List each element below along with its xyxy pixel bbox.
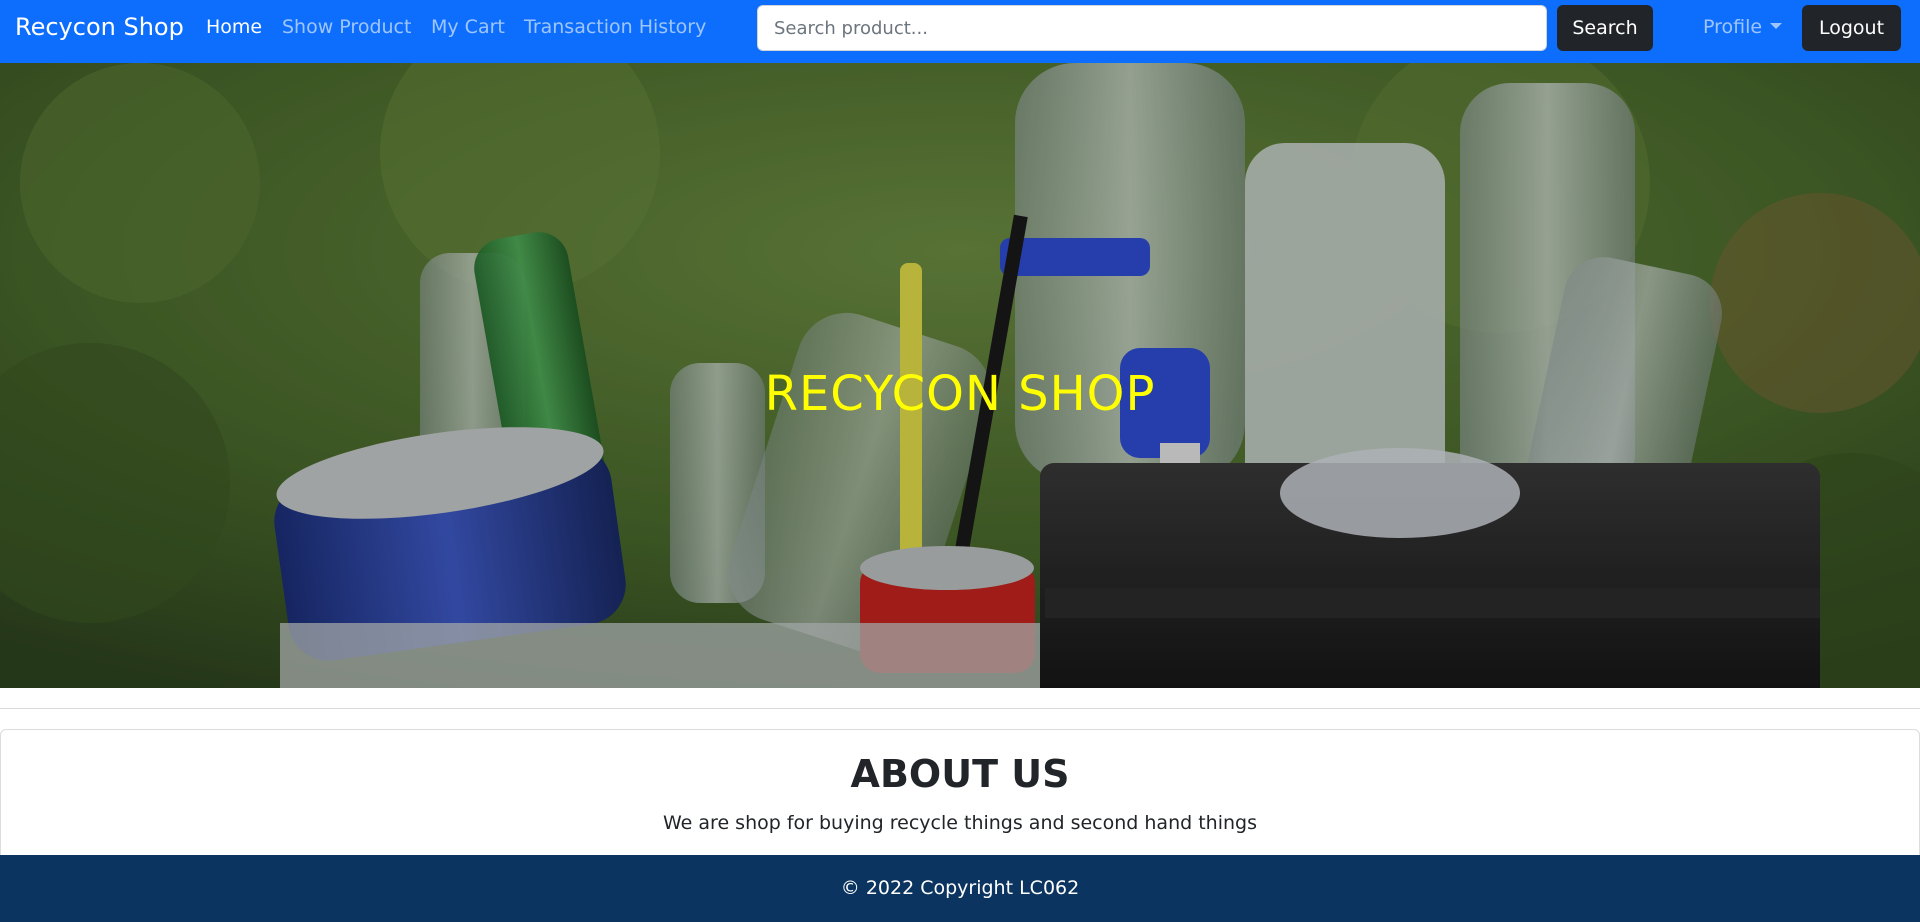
section-divider (0, 708, 1920, 709)
nav-link-my-cart[interactable]: My Cart (431, 16, 505, 38)
nav-link-show-product[interactable]: Show Product (282, 16, 411, 38)
logout-button[interactable]: Logout (1802, 5, 1901, 51)
profile-label: Profile (1703, 16, 1763, 38)
nav-link-transaction-history[interactable]: Transaction History (524, 16, 706, 38)
about-title: ABOUT US (850, 752, 1070, 796)
brand-link[interactable]: Recycon Shop (15, 13, 184, 41)
nav-link-home[interactable]: Home (206, 16, 262, 38)
about-text: We are shop for buying recycle things an… (663, 812, 1257, 834)
search-button[interactable]: Search (1557, 5, 1653, 51)
search-input[interactable] (757, 5, 1547, 51)
chevron-down-icon (1770, 23, 1783, 29)
hero-title: RECYCON SHOP (764, 366, 1156, 422)
profile-dropdown[interactable]: Profile (1703, 16, 1783, 38)
footer-copyright: © 2022 Copyright LC062 (840, 877, 1080, 899)
hero-banner: RECYCON SHOP (0, 63, 1920, 688)
footer: © 2022 Copyright LC062 (0, 855, 1920, 922)
navbar: Recycon Shop Home Show Product My Cart T… (0, 0, 1920, 63)
